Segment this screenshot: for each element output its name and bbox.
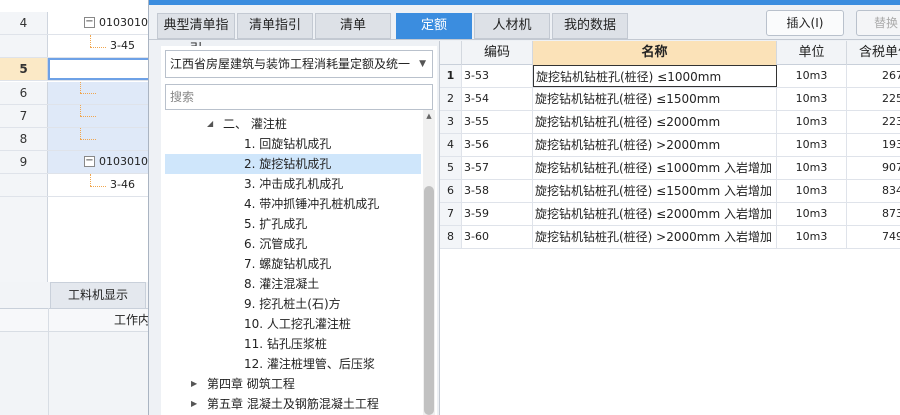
column-header-code[interactable]: 编码 — [462, 41, 533, 65]
collapse-icon[interactable]: − — [84, 17, 95, 28]
bg-row-number: 9 — [0, 151, 48, 173]
tree-node[interactable]: 11. 钻孔压浆桩 — [165, 334, 421, 354]
table-row[interactable]: 8 3-60 旋挖钻机钻桩孔(桩径) >2000mm 入岩增加 10m3 749… — [440, 226, 900, 249]
tree-node-cast-in-place-pile[interactable]: ◢ 二、 灌注桩 — [165, 114, 421, 134]
bg-code: 3-46 — [110, 178, 135, 191]
collapsed-triangle-icon[interactable]: ▶ — [191, 394, 197, 414]
tab-bill-guide[interactable]: 清单指引 — [237, 13, 313, 39]
table-row[interactable]: 7 3-59 旋挖钻机钻桩孔(桩径) ≤2000mm 入岩增加 10m3 873… — [440, 203, 900, 226]
bg-code: 01030100 — [99, 16, 155, 29]
bg-row[interactable]: 5 — [0, 58, 160, 81]
tab-material-display[interactable]: 工料机显示 — [50, 282, 146, 308]
table-header: 编码 名称 单位 含税单价 — [440, 41, 900, 65]
bg-row-number — [0, 174, 48, 196]
quota-tree-pane: 江西省房屋建筑与装饰工程消耗量定额及统一基 ▼ ◢ 二、 灌注桩 1. 回旋钻机… — [161, 46, 437, 415]
bg-row-number: 8 — [0, 128, 48, 150]
tree-node[interactable]: 10. 人工挖孔灌注桩 — [165, 314, 421, 334]
quota-library-select[interactable]: 江西省房屋建筑与装饰工程消耗量定额及统一基 ▼ — [165, 50, 433, 78]
tree-node[interactable]: 3. 冲击成孔机成孔 — [165, 174, 421, 194]
replace-button[interactable]: 替换 — [856, 10, 900, 36]
quota-table: 编码 名称 单位 含税单价 1 3-53 旋挖钻机钻桩孔(桩径) ≤1000mm… — [439, 41, 900, 415]
bg-row[interactable]: 3-45 — [0, 35, 160, 58]
tree-node-selected[interactable]: 2. 旋挖钻机成孔 — [165, 154, 421, 174]
scrollbar-thumb[interactable] — [424, 186, 434, 415]
bg-row[interactable]: 3-46 — [0, 174, 160, 197]
bg-row-number: 4 — [0, 12, 48, 34]
tree-node[interactable]: 12. 灌注桩埋管、后压浆 — [165, 354, 421, 374]
bg-code: 3-45 — [110, 39, 135, 52]
search-input[interactable] — [165, 84, 433, 110]
tree-node[interactable]: 8. 灌注混凝土 — [165, 274, 421, 294]
bg-row[interactable]: 9 − 01030100 — [0, 151, 160, 174]
tree-node-chapter-4[interactable]: ▶ 第四章 砌筑工程 — [165, 374, 421, 394]
bottom-column-header: 工作内 — [0, 308, 160, 332]
scroll-up-icon[interactable]: ▲ — [423, 110, 435, 122]
bg-row[interactable]: 7 — [0, 105, 160, 128]
work-content-header: 工作内 — [114, 313, 151, 327]
table-row[interactable]: 4 3-56 旋挖钻机钻桩孔(桩径) >2000mm 10m3 1934 — [440, 134, 900, 157]
column-header-unit[interactable]: 单位 — [777, 41, 847, 65]
chevron-down-icon[interactable]: ▼ — [419, 51, 426, 77]
bg-row-number: 7 — [0, 105, 48, 127]
tree-node[interactable]: 9. 挖孔桩土(石)方 — [165, 294, 421, 314]
bg-code: 01030100 — [99, 155, 155, 168]
dialog-title-bar — [149, 0, 900, 5]
tree-node[interactable]: 5. 扩孔成孔 — [165, 214, 421, 234]
table-row[interactable]: 3 3-55 旋挖钻机钻桩孔(桩径) ≤2000mm 10m3 2237 — [440, 111, 900, 134]
tree-scrollbar[interactable]: ▲ — [423, 110, 435, 415]
tab-typical-bill-guide[interactable]: 典型清单指引 — [157, 13, 235, 57]
tab-labor-material-machine[interactable]: 人材机 — [474, 13, 550, 39]
tab-quota[interactable]: 定额 — [396, 13, 472, 39]
tree-node[interactable]: 6. 沉管成孔 — [165, 234, 421, 254]
column-header-price[interactable]: 含税单价 — [847, 41, 900, 65]
bg-row-number: 5 — [0, 58, 48, 80]
bg-row-number: 6 — [0, 82, 48, 104]
bg-row[interactable]: 4 − 01030100 — [0, 12, 160, 35]
tab-my-data[interactable]: 我的数据 — [552, 13, 628, 39]
expanded-triangle-icon[interactable]: ◢ — [207, 114, 213, 134]
bg-edit-cell[interactable] — [48, 58, 160, 80]
tab-bill[interactable]: 清单 — [315, 13, 391, 39]
bg-row[interactable]: 8 — [0, 128, 160, 151]
background-grid: 4 − 01030100 3-45 5 6 7 8 9 − 01030100 3… — [0, 0, 160, 415]
quota-tree: ◢ 二、 灌注桩 1. 回旋钻机成孔 2. 旋挖钻机成孔 3. 冲击成孔机成孔 … — [165, 110, 421, 415]
table-row[interactable]: 5 3-57 旋挖钻机钻桩孔(桩径) ≤1000mm 入岩增加 10m3 907… — [440, 157, 900, 180]
table-row[interactable]: 1 3-53 旋挖钻机钻桩孔(桩径) ≤1000mm 10m3 2672 — [440, 65, 900, 88]
tree-node-chapter-5[interactable]: ▶ 第五章 混凝土及钢筋混凝土工程 — [165, 394, 421, 414]
quota-library-value: 江西省房屋建筑与装饰工程消耗量定额及统一基 — [170, 57, 410, 71]
bg-row-number — [0, 35, 48, 57]
table-row[interactable]: 6 3-58 旋挖钻机钻桩孔(桩径) ≤1500mm 入岩增加 10m3 834… — [440, 180, 900, 203]
collapse-icon[interactable]: − — [84, 156, 95, 167]
bg-row[interactable]: 6 — [0, 82, 160, 105]
collapsed-triangle-icon[interactable]: ▶ — [191, 374, 197, 394]
column-header-name[interactable]: 名称 — [533, 41, 777, 65]
tree-node[interactable]: 7. 螺旋钻机成孔 — [165, 254, 421, 274]
tree-node[interactable]: 4. 带冲抓锤冲孔桩机成孔 — [165, 194, 421, 214]
quota-dialog: 典型清单指引 清单指引 清单 定额 人材机 我的数据 插入(I) 替换 江西省房… — [148, 0, 900, 415]
insert-button[interactable]: 插入(I) — [766, 10, 844, 36]
tree-node[interactable]: 1. 回旋钻机成孔 — [165, 134, 421, 154]
table-row[interactable]: 2 3-54 旋挖钻机钻桩孔(桩径) ≤1500mm 10m3 2255 — [440, 88, 900, 111]
